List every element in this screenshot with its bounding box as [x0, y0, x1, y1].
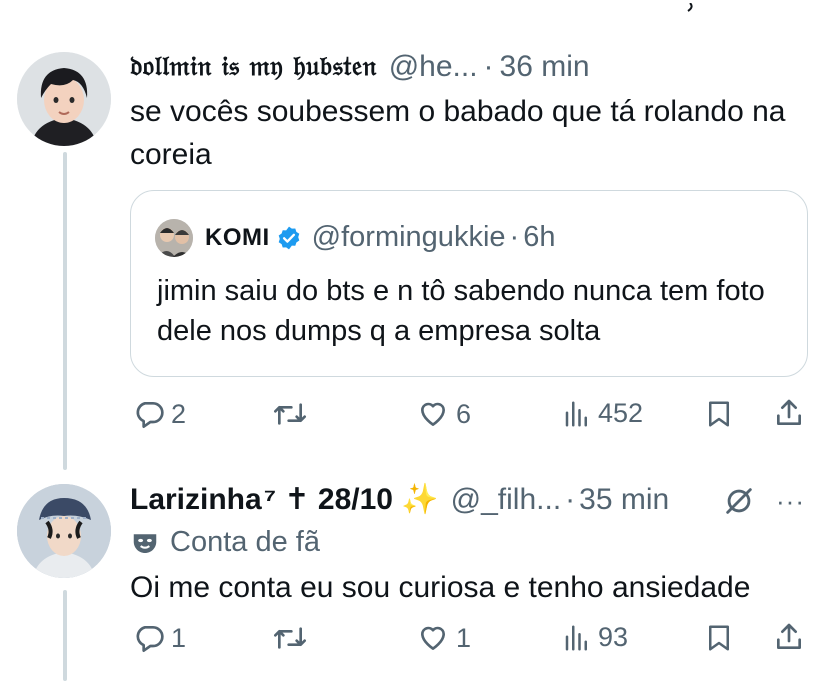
avatar[interactable] [17, 52, 111, 146]
views-icon [565, 401, 587, 426]
views-button[interactable]: 93 [562, 622, 628, 653]
repost-button[interactable] [272, 622, 308, 654]
like-icon [421, 626, 445, 650]
quote-timestamp: 6h [523, 221, 556, 253]
display-name-suffix: ⁷ ✝ 28/10 ✨ [263, 483, 439, 516]
share-icon [777, 399, 801, 425]
quoted-post[interactable]: KOMI @formingukkie · 6h jimin saiu do bt… [130, 190, 808, 377]
post-actions: 1 1 93 [0, 614, 828, 664]
reply-icon [136, 626, 164, 652]
verified-icon [276, 225, 302, 251]
reply-icon [136, 402, 164, 428]
separator: · [565, 482, 576, 516]
reply-button[interactable]: 1 [133, 622, 186, 654]
more-button[interactable]: ··· [776, 486, 805, 517]
timestamp[interactable]: 36 min [500, 50, 590, 84]
separator: · [509, 221, 520, 253]
handle[interactable]: @_filh... [451, 483, 562, 517]
avatar[interactable] [17, 484, 111, 578]
display-name[interactable]: Larizinha [130, 483, 262, 517]
quote-avatar [155, 219, 193, 257]
reply-count: 2 [171, 398, 187, 429]
like-count: 6 [456, 398, 472, 429]
like-button[interactable]: 1 [416, 622, 471, 654]
post-header: 𝔡𝔬𝔩𝔩𝔪𝔦𝔫 𝔦𝔰 𝔪𝔶 𝔥𝔲𝔟𝔰𝔱𝔢𝔫 @he... · 36 min [130, 50, 590, 84]
bookmark-button[interactable] [704, 398, 734, 430]
repost-icon [274, 627, 306, 649]
quote-text: jimin saiu do bts e n tô sabendo nunca t… [157, 275, 765, 347]
share-button[interactable] [773, 396, 805, 430]
share-button[interactable] [773, 620, 805, 654]
repost-button[interactable] [272, 398, 308, 430]
share-icon [777, 623, 801, 649]
view-count: 452 [598, 398, 644, 428]
reply-button[interactable]: 2 [133, 398, 186, 430]
quote-header: KOMI @formingukkie · 6h [205, 221, 555, 254]
post-text: se vocês soubessem o babado que tá rolan… [130, 95, 786, 171]
like-count: 1 [456, 622, 472, 653]
bookmark-button[interactable] [704, 622, 734, 654]
post-text: Oi me conta eu sou curiosa e tenho ansie… [130, 571, 751, 604]
quote-handle: @formingukkie [311, 221, 506, 253]
display-name[interactable]: 𝔡𝔬𝔩𝔩𝔪𝔦𝔫 𝔦𝔰 𝔪𝔶 𝔥𝔲𝔟𝔰𝔱𝔢𝔫 [130, 51, 377, 83]
fan-label-text: Conta de fã [170, 526, 320, 558]
like-icon [421, 402, 445, 426]
separator: · [483, 50, 494, 83]
timestamp[interactable]: 35 min [579, 483, 669, 517]
post-actions: 2 6 452 [0, 390, 828, 440]
like-button[interactable]: 6 [416, 398, 471, 430]
previous-post-fragment [0, 0, 828, 12]
repost-icon [274, 403, 306, 425]
grok-slash-icon[interactable] [722, 484, 756, 523]
quote-display-name: KOMI [205, 223, 270, 251]
views-icon [565, 625, 587, 650]
fan-account-label: Conta de fã [130, 526, 320, 559]
reply-count: 1 [171, 622, 187, 653]
mask-icon [133, 533, 157, 553]
views-button[interactable]: 452 [562, 398, 643, 429]
bookmark-icon [709, 401, 729, 427]
bookmark-icon [709, 625, 729, 651]
post-header: Larizinha ⁷ ✝ 28/10 ✨ @_filh... · 35 min [130, 482, 669, 517]
handle[interactable]: @he... [389, 50, 478, 84]
view-count: 93 [598, 622, 629, 652]
